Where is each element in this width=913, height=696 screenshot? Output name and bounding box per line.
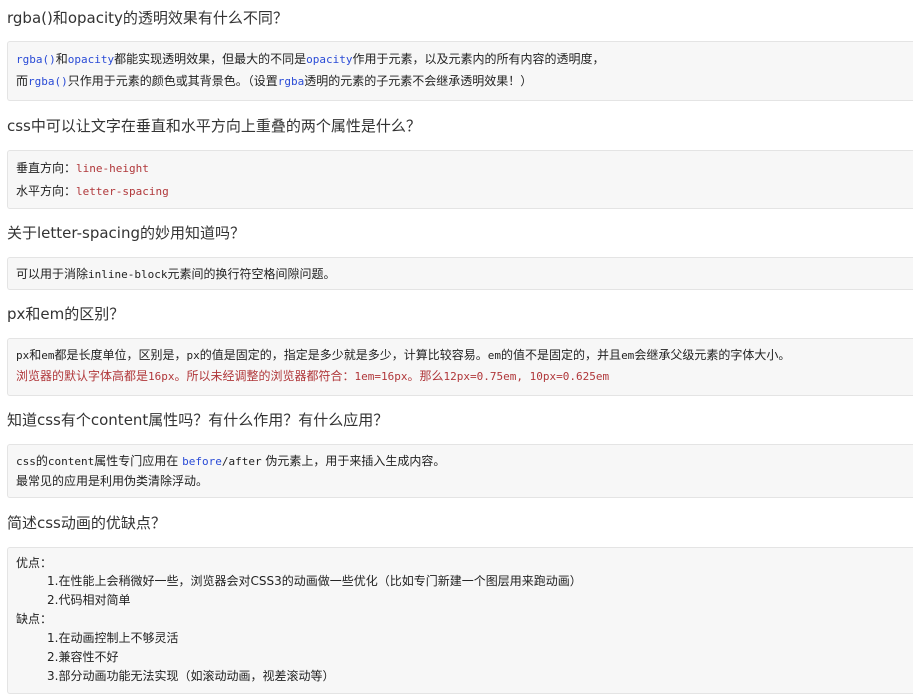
text: 和 [29, 348, 42, 362]
answer-box-text-overlap: 垂直方向：line-height 水平方向：letter-spacing [7, 150, 913, 209]
text: 都是长度单位，区别是， [54, 348, 187, 362]
code-inline-block: inline-block [88, 268, 168, 281]
code-letter-spacing: letter-spacing [76, 185, 169, 198]
code-px: px [186, 349, 200, 362]
answer-line: 而rgba()只作用于元素的颜色或其背景色。（设置rgba透明的元素的子元素不会… [16, 72, 532, 90]
question-title-letter-spacing: 关于letter-spacing的妙用知道吗？ [7, 224, 245, 242]
text: 的值是固定的，指定是多少就是多少，计算比较容易。 [199, 348, 488, 362]
code-opacity: opacity [67, 53, 115, 66]
answer-box-letter-spacing: 可以用于消除inline-block元素间的换行符空格间隙问题。 [7, 257, 913, 290]
answer-box-css-animation: 优点： 1.在性能上会稍微好一些，浏览器会对CSS3的动画做一些优化（比如专门新… [7, 547, 913, 694]
code-1em: 1em=16px [354, 370, 408, 383]
answer-box-content: css的content属性专门应用在 before/after 伪元素上，用于来… [7, 444, 913, 498]
code-rgba: rgba() [16, 53, 56, 66]
text: 作用于元素，以及元素内的所有内容的透明度， [352, 52, 605, 66]
pros-label: 优点： [16, 556, 53, 570]
code-conversion: 12px=0.75em, 10px=0.625em [443, 370, 610, 383]
text: 属性专门应用在 [94, 454, 183, 468]
code-16px: 16px [148, 370, 175, 383]
answer-line: px和em都是长度单位，区别是，px的值是固定的，指定是多少就是多少，计算比较容… [16, 346, 790, 364]
code-css: css [16, 455, 36, 468]
text: 最常见的应用是利用伪类清除浮动。 [16, 474, 209, 488]
question-title-text-overlap: css中可以让文字在垂直和水平方向上重叠的两个属性是什么？ [7, 117, 421, 135]
answer-box-px-em: px和em都是长度单位，区别是，px的值是固定的，指定是多少就是多少，计算比较容… [7, 338, 913, 396]
code-px: px [16, 349, 30, 362]
cons-label: 缺点： [16, 612, 53, 626]
code-after: after [228, 455, 262, 468]
answer-line: rgba()和opacity都能实现透明效果，但最大的不同是opacity作用于… [16, 50, 605, 68]
article-page: rgba()和opacity的透明效果有什么不同？ rgba()和opacity… [0, 0, 913, 696]
answer-line: css的content属性专门应用在 before/after 伪元素上，用于来… [16, 452, 445, 470]
text: 都能实现透明效果，但最大的不同是 [114, 52, 307, 66]
code-em: em [487, 349, 502, 362]
text: 的值不是固定的，并且 [501, 348, 622, 362]
text: 透明的元素的子元素不会继承透明效果！） [304, 74, 533, 88]
text: 水平方向： [16, 184, 77, 198]
text: 元素间的换行符空格间隙问题。 [167, 267, 336, 281]
answer-line: 垂直方向：line-height [16, 159, 149, 177]
code-rgba: rgba() [28, 75, 68, 88]
answer-line-highlight: 浏览器的默认字体高都是16px。所以未经调整的浏览器都符合：1em=16px。那… [16, 367, 609, 385]
text: 而 [16, 74, 29, 88]
cons-item: 2.兼容性不好 [47, 650, 119, 664]
code-line-height: line-height [76, 162, 149, 175]
text: 的 [35, 454, 48, 468]
code-before: before [182, 455, 222, 468]
question-title-css-animation: 简述css动画的优缺点？ [7, 514, 166, 532]
text: 会继承父级元素的字体大小。 [634, 348, 791, 362]
answer-line: 最常见的应用是利用伪类清除浮动。 [16, 472, 208, 490]
text: 浏览器的默认字体高都是 [16, 369, 149, 383]
answer-box-rgba-opacity: rgba()和opacity都能实现透明效果，但最大的不同是opacity作用于… [7, 41, 913, 101]
code-opacity: opacity [306, 53, 353, 66]
text: 只作用于元素的颜色或其背景色。（设置 [67, 74, 278, 88]
pros-item: 1.在性能上会稍微好一些，浏览器会对CSS3的动画做一些优化（比如专门新建一个图… [47, 574, 582, 588]
text: 。所以未经调整的浏览器都符合： [174, 369, 355, 383]
text: 垂直方向： [16, 161, 77, 175]
cons-item: 1.在动画控制上不够灵活 [47, 631, 179, 645]
code-em: em [41, 349, 55, 362]
question-title-px-em: px和em的区别？ [7, 305, 125, 323]
text: 。那么 [407, 369, 444, 383]
text: 可以用于消除 [16, 267, 89, 281]
text: 和 [55, 52, 68, 66]
code-em: em [621, 349, 635, 362]
code-content: content [47, 455, 95, 468]
code-rgba: rgba [277, 75, 305, 88]
pros-item: 2.代码相对简单 [47, 593, 131, 607]
question-title-content: 知道css有个content属性吗？有什么作用？有什么应用？ [7, 411, 389, 429]
answer-line: 水平方向：letter-spacing [16, 182, 169, 200]
cons-item: 3.部分动画功能无法实现（如滚动动画，视差滚动等） [47, 669, 335, 683]
answer-line: 可以用于消除inline-block元素间的换行符空格间隙问题。 [16, 265, 336, 283]
text: 伪元素上，用于来插入生成内容。 [261, 454, 446, 468]
question-title-rgba-opacity: rgba()和opacity的透明效果有什么不同？ [7, 9, 288, 27]
